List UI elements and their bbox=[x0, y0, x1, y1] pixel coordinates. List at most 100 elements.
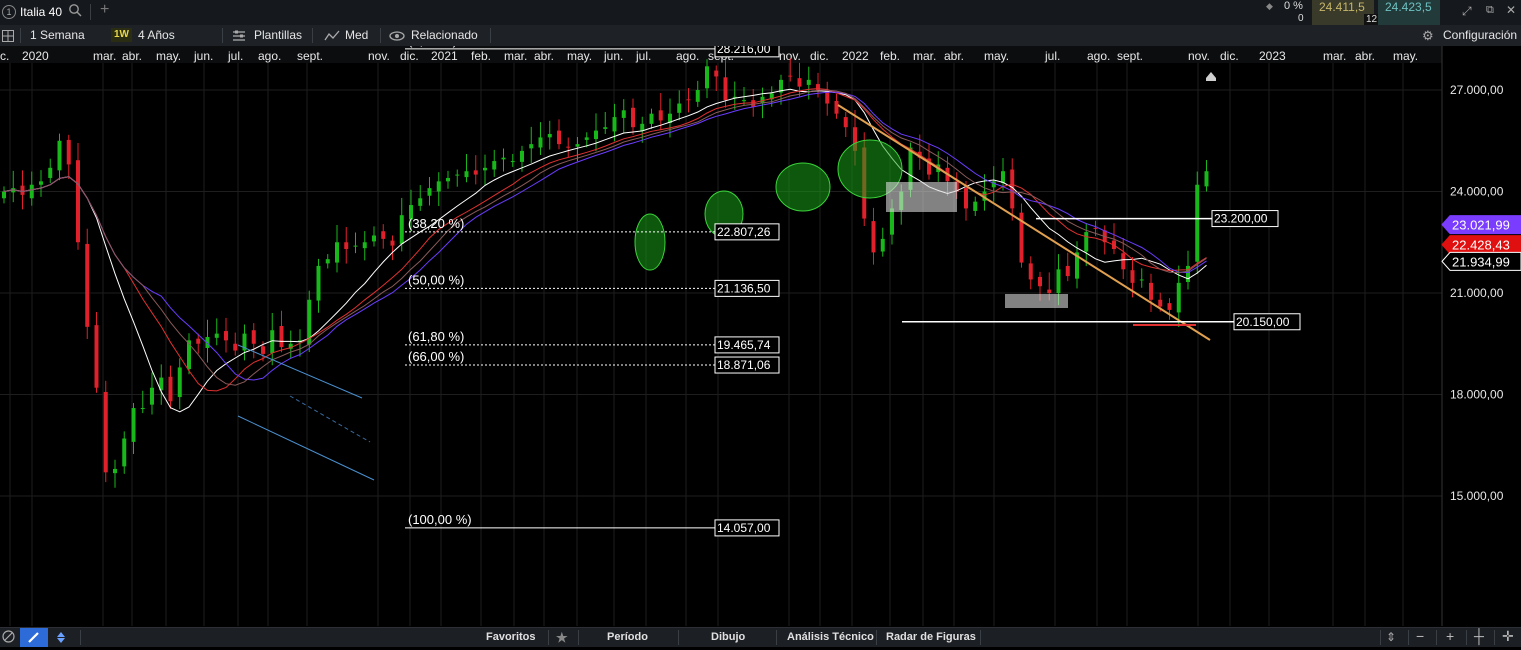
highlight-ellipse bbox=[634, 213, 666, 271]
fit-icon[interactable]: ⇕ bbox=[1386, 630, 1396, 644]
close-icon[interactable]: ✕ bbox=[1506, 3, 1516, 17]
candle-body bbox=[612, 117, 617, 132]
candle-body bbox=[686, 99, 691, 101]
indicators-button[interactable]: Med bbox=[345, 25, 368, 46]
buy-price-button[interactable]: 24.423,5 bbox=[1378, 0, 1440, 25]
fib-percent-label: (0,00 %) bbox=[408, 46, 457, 48]
period-selector[interactable]: 1 Semana bbox=[30, 25, 85, 46]
month-label: mar. bbox=[504, 49, 527, 63]
star-icon[interactable]: ★ bbox=[556, 628, 568, 647]
candle-body bbox=[566, 146, 571, 148]
fib-percent-label: (100,00 %) bbox=[408, 512, 472, 527]
move-icon[interactable]: ✛ bbox=[1502, 628, 1514, 645]
price-axis-label: 18.000,00 bbox=[1450, 388, 1504, 402]
zoom-out-icon[interactable]: − bbox=[1416, 628, 1424, 644]
candle-body bbox=[473, 170, 478, 175]
month-label: 2020 bbox=[22, 49, 49, 63]
change-box: ◆ 0 % 0 bbox=[1258, 0, 1308, 25]
candle-body bbox=[446, 177, 450, 182]
candle-body bbox=[538, 137, 543, 148]
candle-body bbox=[196, 338, 201, 344]
candle-body bbox=[325, 259, 330, 264]
month-label: abr. bbox=[534, 49, 554, 63]
pencil-icon[interactable] bbox=[20, 628, 48, 647]
candle-body bbox=[1121, 253, 1126, 270]
range-selector[interactable]: 4 Años bbox=[138, 25, 175, 46]
period-button[interactable]: Período bbox=[607, 628, 648, 647]
month-label: 2021 bbox=[431, 49, 458, 63]
no-entry-icon[interactable] bbox=[2, 630, 15, 646]
eye-icon bbox=[389, 25, 405, 46]
candle-body bbox=[103, 391, 108, 473]
price-tag-label: 23.021,99 bbox=[1452, 218, 1510, 233]
month-label: mar. bbox=[913, 49, 936, 63]
channel-mid-line bbox=[289, 395, 371, 443]
candle-body bbox=[436, 181, 441, 192]
popout-icon[interactable]: ⧉ bbox=[1486, 4, 1494, 17]
month-label: nov. bbox=[368, 49, 390, 63]
technical-analysis-button[interactable]: Análisis Técnico bbox=[787, 628, 874, 647]
layout-grid-icon[interactable] bbox=[2, 25, 14, 46]
fib-value-label: 19.465,74 bbox=[717, 338, 771, 352]
settings-button[interactable]: Configuración bbox=[1443, 25, 1517, 46]
add-tab-button[interactable]: + bbox=[100, 1, 109, 19]
candle-body bbox=[168, 376, 173, 402]
templates-button[interactable]: Plantillas bbox=[254, 25, 302, 46]
drawing-button[interactable]: Dibujo bbox=[711, 628, 745, 647]
candle-body bbox=[177, 367, 182, 398]
current-marker-base bbox=[1206, 78, 1216, 81]
candle-body bbox=[806, 79, 811, 85]
related-button[interactable]: Relacionado bbox=[411, 25, 478, 46]
candle-body bbox=[658, 110, 663, 121]
candle-body bbox=[640, 123, 645, 131]
candle-body bbox=[843, 117, 848, 128]
candle-body bbox=[335, 242, 339, 263]
candle-body bbox=[1130, 270, 1135, 283]
candle-body bbox=[1195, 184, 1200, 262]
gear-icon: ⚙ bbox=[1422, 28, 1434, 43]
month-label: jul. bbox=[635, 49, 651, 63]
pattern-radar-button[interactable]: Radar de Figuras bbox=[886, 628, 976, 647]
candle-body bbox=[1056, 269, 1061, 293]
ma-slow-line bbox=[3, 91, 1207, 381]
price-axis-label: 24.000,00 bbox=[1450, 185, 1504, 199]
month-label: dic. bbox=[1220, 49, 1239, 63]
buy-price: 24.423,5 bbox=[1385, 0, 1432, 14]
highlight-ellipse bbox=[775, 162, 831, 212]
month-label: abr. bbox=[944, 49, 964, 63]
price-axis-label: 27.000,00 bbox=[1450, 83, 1504, 97]
fib-value-label: 28.216,00 bbox=[717, 46, 771, 56]
candle-body bbox=[399, 215, 404, 244]
month-label: sept. bbox=[1117, 49, 1143, 63]
candle-body bbox=[214, 333, 219, 338]
candle-body bbox=[94, 325, 99, 388]
candle-body bbox=[964, 188, 968, 209]
change-absolute: 0 bbox=[1298, 13, 1304, 24]
crosshair-icon[interactable]: ┼ bbox=[1474, 628, 1484, 644]
neutral-arrow-icon: ◆ bbox=[1266, 1, 1273, 11]
month-label: may. bbox=[1393, 49, 1418, 63]
month-label: abr. bbox=[122, 49, 142, 63]
search-icon[interactable] bbox=[68, 3, 82, 20]
templates-icon bbox=[232, 25, 246, 46]
sort-icon[interactable] bbox=[52, 628, 78, 647]
month-label: may. bbox=[567, 49, 592, 63]
interval-badge[interactable]: 1W bbox=[111, 28, 132, 42]
price-axis-label: 21.000,00 bbox=[1450, 286, 1504, 300]
candle-body bbox=[705, 66, 709, 89]
candlestick-series bbox=[2, 58, 1209, 488]
expand-icon[interactable]: ⤢ bbox=[1462, 4, 1472, 19]
month-label: sept. bbox=[297, 49, 323, 63]
candle-body bbox=[1167, 303, 1172, 310]
zoom-in-icon[interactable]: + bbox=[1446, 628, 1454, 644]
month-label: jul. bbox=[1044, 49, 1060, 63]
month-label: jun. bbox=[193, 49, 213, 63]
month-label: jun. bbox=[603, 49, 623, 63]
candle-body bbox=[714, 70, 719, 77]
candle-body bbox=[66, 139, 71, 165]
candle-body bbox=[1139, 279, 1144, 281]
instrument-tab-label[interactable]: Italia 40 bbox=[20, 5, 62, 19]
month-label: mar. bbox=[1323, 49, 1346, 63]
favorites-button[interactable]: Favoritos bbox=[486, 628, 536, 647]
price-chart[interactable]: c. 2020 mar. abr. may. jun. jul. ago. sept. nov. d… bbox=[0, 46, 1521, 626]
